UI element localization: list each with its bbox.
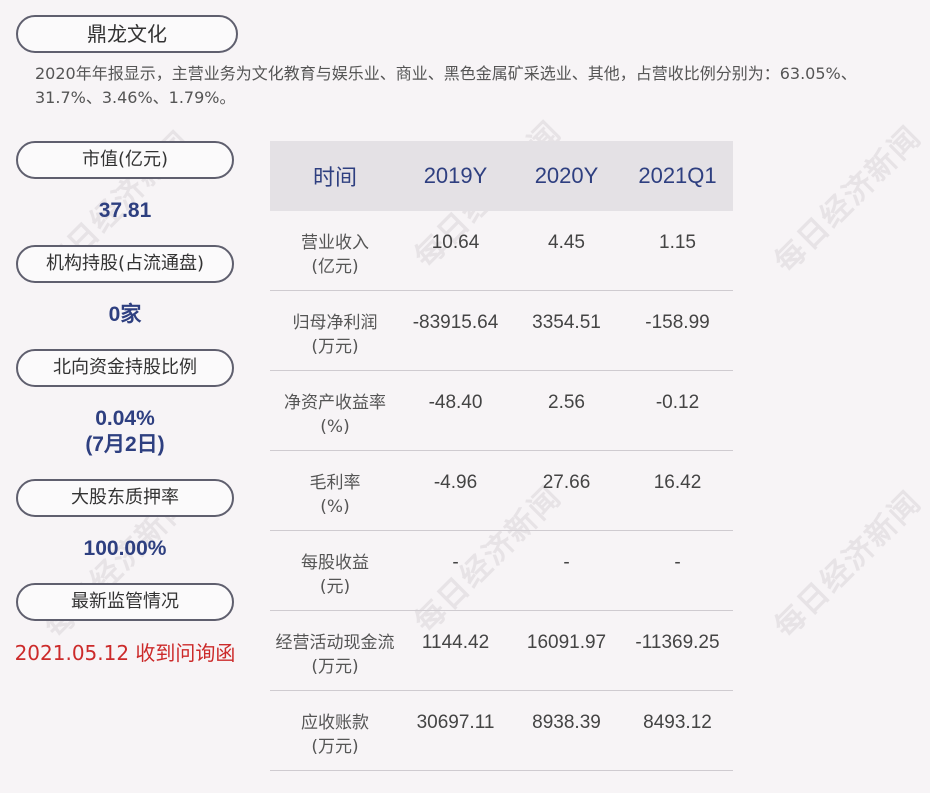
table-cell: -	[452, 552, 459, 573]
row-unit: (亿元)	[311, 257, 359, 277]
table-cell: 4.45	[548, 232, 585, 253]
row-unit: (万元)	[311, 657, 359, 677]
table-cell: -48.40	[428, 392, 483, 413]
company-title: 鼎龙文化	[16, 15, 238, 53]
regulation-value: 2021.05.12 收到问询函	[14, 641, 236, 665]
table-cell: 8493.12	[643, 712, 712, 733]
row-unit: (元)	[319, 577, 351, 597]
table-cell: -	[674, 552, 681, 573]
table-cell: -4.96	[433, 472, 478, 493]
table-cell: 8938.39	[532, 712, 601, 733]
watermark-text: 每日经济新闻	[768, 119, 929, 280]
watermark-text: 每日经济新闻	[768, 484, 929, 645]
pledge-ratio-label: 大股东质押率	[16, 479, 234, 517]
institution-holding-value: 0家	[108, 303, 142, 326]
financial-table: 时间 2019Y 2020Y 2021Q1 营业收入 (亿元) 10.64 4.4…	[270, 141, 733, 771]
market-cap-label: 市值(亿元)	[16, 141, 234, 179]
market-cap-value: 37.81	[98, 199, 152, 222]
header-time: 时间	[312, 166, 357, 191]
table-row: 每股收益 (元) - - -	[270, 531, 733, 611]
row-label: 净资产收益率	[284, 393, 386, 413]
pledge-ratio-value: 100.00%	[83, 537, 167, 560]
northbound-holding-date: (7月2日)	[85, 433, 165, 456]
table-cell: -	[563, 552, 570, 573]
table-cell: 2.56	[548, 392, 585, 413]
table-row: 经营活动现金流 (万元) 1144.42 16091.97 -11369.25	[270, 611, 733, 691]
table-header: 时间 2019Y 2020Y 2021Q1	[270, 141, 733, 211]
table-cell: 1144.42	[421, 632, 490, 653]
header-2021q1: 2021Q1	[638, 163, 717, 188]
table-cell: -83915.64	[412, 312, 499, 333]
row-label: 经营活动现金流	[275, 633, 395, 653]
table-cell: -11369.25	[635, 632, 720, 653]
row-unit: (%)	[320, 497, 350, 517]
table-row: 归母净利润 (万元) -83915.64 3354.51 -158.99	[270, 291, 733, 371]
row-label: 毛利率	[309, 473, 361, 493]
table-cell: -0.12	[655, 392, 700, 413]
row-label: 每股收益	[301, 553, 369, 573]
table-row: 应收账款 (万元) 30697.11 8938.39 8493.12	[270, 691, 733, 771]
table-cell: 16.42	[653, 472, 702, 493]
row-label: 营业收入	[301, 233, 369, 253]
table-cell: 1.15	[659, 232, 696, 253]
table-cell: 30697.11	[416, 712, 495, 733]
row-unit: (%)	[320, 417, 350, 437]
northbound-holding-label: 北向资金持股比例	[16, 349, 234, 387]
table-row: 毛利率 (%) -4.96 27.66 16.42	[270, 451, 733, 531]
table-cell: 16091.97	[526, 632, 607, 653]
regulation-label: 最新监管情况	[16, 583, 234, 621]
table-row: 营业收入 (亿元) 10.64 4.45 1.15	[270, 211, 733, 291]
institution-holding-label: 机构持股(占流通盘)	[16, 245, 234, 283]
table-cell: 10.64	[431, 232, 480, 253]
row-unit: (万元)	[311, 737, 359, 757]
table-cell: 27.66	[542, 472, 591, 493]
table-row: 净资产收益率 (%) -48.40 2.56 -0.12	[270, 371, 733, 451]
header-2019y: 2019Y	[423, 163, 488, 188]
header-2020y: 2020Y	[534, 163, 599, 188]
row-label: 应收账款	[301, 713, 369, 733]
table-cell: -158.99	[645, 312, 710, 333]
northbound-holding-value: 0.04%	[95, 407, 155, 430]
business-summary: 2020年年报显示，主营业务为文化教育与娱乐业、商业、黑色金属矿采选业、其他，占…	[35, 64, 857, 107]
row-label: 归母净利润	[292, 313, 378, 333]
row-unit: (万元)	[311, 337, 359, 357]
table-cell: 3354.51	[532, 312, 601, 333]
